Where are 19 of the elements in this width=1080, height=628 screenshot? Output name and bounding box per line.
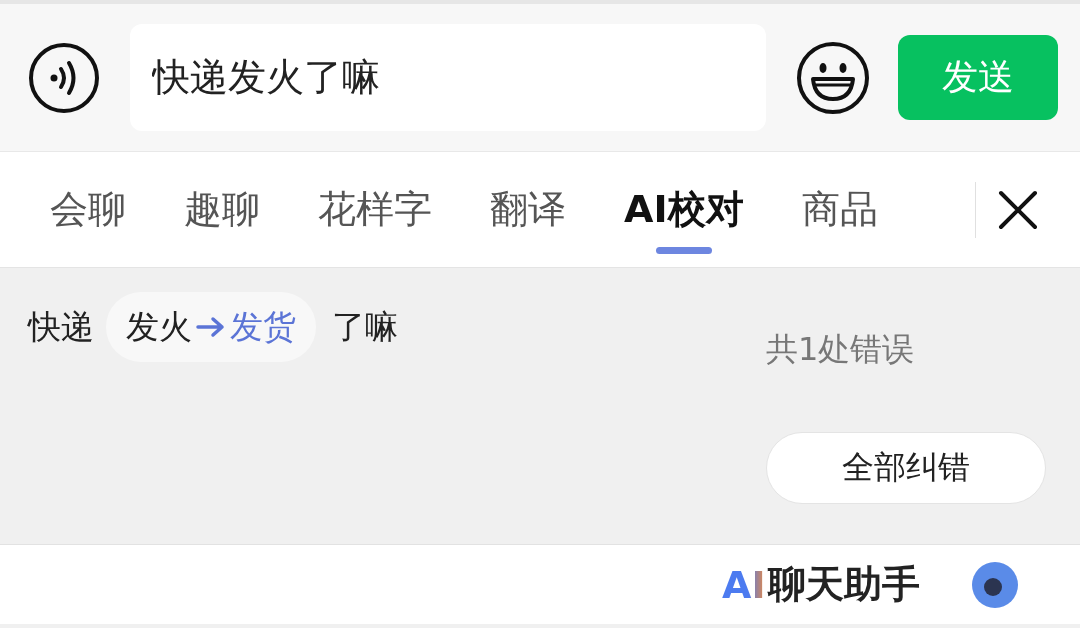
brand-name: 聊天助手 (767, 561, 920, 608)
original-word: 发火 (126, 305, 192, 348)
tab[interactable]: 商品 (801, 164, 878, 255)
tab[interactable]: AI校对 (624, 164, 744, 255)
arrow-icon (196, 316, 226, 338)
logo-icon (969, 559, 1020, 610)
tab[interactable]: 趣聊 (184, 164, 260, 255)
tab[interactable]: 花样字 (318, 164, 432, 255)
tab[interactable]: 会聊 (50, 164, 126, 255)
correction-chip[interactable]: 发火 发货 (106, 292, 316, 362)
fix-all-button[interactable]: 全部纠错 (766, 432, 1046, 504)
sentence-text: 快递 (28, 305, 94, 348)
emoji-icon[interactable] (796, 40, 870, 115)
voice-icon[interactable] (28, 41, 100, 114)
error-count: 共1处错误 (766, 329, 916, 370)
close-icon[interactable] (998, 189, 1038, 230)
sentence-text: 了嘛 (332, 305, 398, 348)
tab[interactable]: 翻译 (490, 164, 566, 255)
corrected-word: 发货 (230, 305, 296, 348)
